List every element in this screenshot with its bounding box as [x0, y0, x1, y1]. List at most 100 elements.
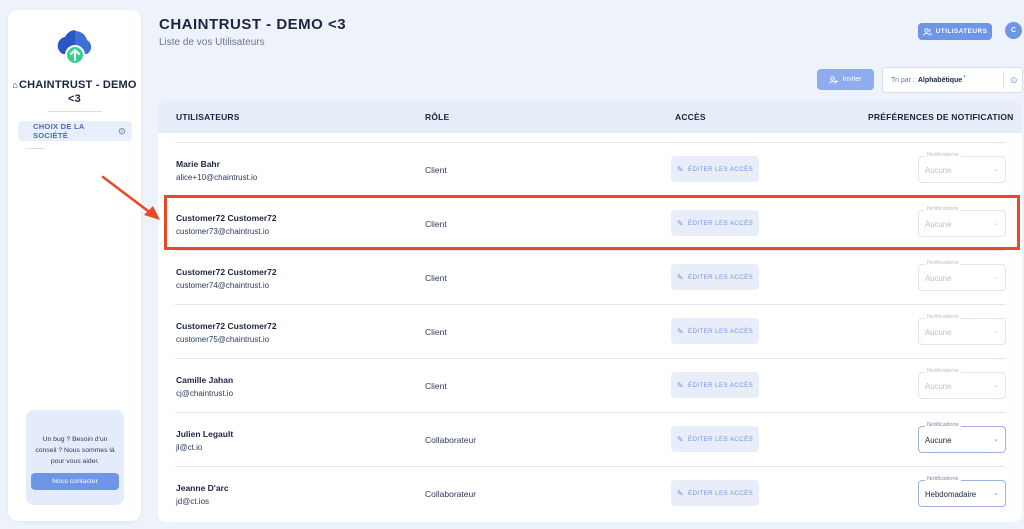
red-arrow-annotation — [101, 175, 160, 220]
notification-select[interactable]: Notifications Aucune ⌄ — [918, 260, 1006, 291]
user-email: jd@ct.ios — [176, 497, 210, 506]
sort-caret-icon: ▾ — [963, 74, 966, 80]
notification-value: Aucune — [925, 436, 952, 445]
edit-access-label: ÉDITER LES ACCÈS — [687, 381, 754, 389]
company-name-text: CHAINTRUST - DEMO <3 — [18, 79, 137, 105]
col-notifications: PRÉFÉRENCES DE NOTIFICATION — [868, 112, 1014, 122]
col-role: RÔLE — [425, 112, 450, 122]
page-title: CHAINTRUST - DEMO <3 — [159, 16, 347, 33]
notification-select[interactable]: Notifications Aucune ⌄ — [918, 152, 1006, 183]
user-name: Julien Legault — [176, 429, 234, 439]
notification-label: Notifications — [925, 260, 961, 266]
notification-value: Hebdomadaire — [925, 490, 977, 499]
user-email: customer75@chaintrust.io — [176, 335, 270, 344]
notification-value: Aucune — [925, 274, 952, 283]
notification-select[interactable]: Notifications Aucune ⌄ — [918, 422, 1006, 453]
page-subtitle: Liste de vos Utilisateurs — [159, 37, 265, 48]
pencil-icon: ✎ — [676, 434, 684, 444]
help-text: Un bug ? Besoin d'un conseil ? Nous somm… — [35, 436, 115, 465]
cloud-upload-logo-icon — [57, 30, 91, 65]
sidebar: ⌂CHAINTRUST - DEMO <3 CHOIX DE LA SOCIÉT… — [8, 10, 141, 521]
sidebar-divider — [48, 111, 102, 112]
contact-button[interactable]: Nous contacter — [31, 473, 119, 490]
edit-access-label: ÉDITER LES ACCÈS — [687, 273, 754, 281]
help-box: Un bug ? Besoin d'un conseil ? Nous somm… — [26, 410, 124, 505]
user-role: Client — [425, 273, 447, 283]
table-row: Marie Bahr alice+10@chaintrust.io Client ✎ É… — [158, 143, 1022, 197]
users-button-label: UTILISATEURS — [935, 28, 988, 35]
table-row: Julien Legault jl@ct.io Collaborateur ✎ ÉDIT… — [158, 413, 1022, 467]
col-access: ACCÈS — [675, 112, 706, 122]
edit-access-label: ÉDITER LES ACCÈS — [687, 219, 754, 227]
table-row: Jeanne D'arc jd@ct.ios Collaborateur ✎ ÉDITE… — [158, 467, 1022, 521]
chevron-down-icon: ⌄ — [993, 274, 999, 281]
table-row: Customer72 Customer72 customer74@chaintru… — [158, 251, 1022, 305]
user-role: Client — [425, 327, 447, 337]
pencil-icon: ✎ — [676, 488, 684, 498]
edit-access-label: ÉDITER LES ACCÈS — [687, 165, 754, 173]
pencil-icon: ✎ — [676, 272, 684, 282]
edit-access-label: ÉDITER LES ACCÈS — [687, 327, 754, 335]
edit-access-button[interactable]: ✎ ÉDITER LES ACCÈS — [671, 264, 759, 290]
notification-value: Aucune — [925, 382, 952, 391]
chevron-down-icon: ⌄ — [993, 328, 999, 335]
edit-access-button[interactable]: ✎ ÉDITER LES ACCÈS — [671, 318, 759, 344]
user-name: Jeanne D'arc — [176, 483, 229, 493]
edit-access-label: ÉDITER LES ACCÈS — [687, 435, 754, 443]
sort-order-icon[interactable]: ⊙ — [1010, 75, 1018, 86]
chevron-circle-icon: ⊙ — [118, 125, 126, 136]
avatar[interactable]: C — [1005, 22, 1022, 39]
users-icon — [922, 27, 932, 36]
user-role: Collaborateur — [425, 435, 477, 445]
notification-select[interactable]: Notifications Hebdomadaire ⌄ — [918, 476, 1006, 507]
user-role: Client — [425, 381, 447, 391]
user-email: alice+10@chaintrust.io — [176, 173, 258, 182]
sort-value: Alphabétique — [917, 76, 963, 84]
users-table: UTILISATEURS RÔLE ACCÈS PRÉFÉRENCES DE N… — [158, 101, 1022, 522]
add-user-icon — [829, 75, 839, 84]
user-name: Customer72 Customer72 — [176, 321, 277, 331]
table-row: Customer72 Customer72 customer73@chaintru… — [158, 197, 1022, 251]
user-name: Customer72 Customer72 — [176, 213, 277, 223]
user-role: Client — [425, 219, 447, 229]
sort-separator — [1003, 71, 1004, 89]
invite-label: Inviter — [842, 76, 862, 83]
user-email: customer74@chaintrust.io — [176, 281, 270, 290]
sidebar-divider-2 — [25, 148, 45, 149]
table-row: Customer72 Customer72 customer75@chaintru… — [158, 305, 1022, 359]
user-email: customer73@chaintrust.io — [176, 227, 270, 236]
bank-icon: ⌂ — [12, 80, 18, 90]
chevron-down-icon: ⌄ — [993, 436, 999, 443]
notification-value: Aucune — [925, 220, 952, 229]
notification-select[interactable]: Notifications Aucune ⌄ — [918, 314, 1006, 345]
notification-label: Notifications — [925, 476, 961, 482]
pencil-icon: ✎ — [676, 380, 684, 390]
users-button[interactable]: UTILISATEURS — [918, 23, 992, 40]
chevron-down-icon: ⌄ — [993, 490, 999, 497]
notification-label: Notifications — [925, 314, 961, 320]
sort-select[interactable]: Tri par : Alphabétique ▾ ⊙ — [882, 67, 1023, 93]
edit-access-button[interactable]: ✎ ÉDITER LES ACCÈS — [671, 210, 759, 236]
user-role: Collaborateur — [425, 489, 477, 499]
notification-select[interactable]: Notifications Aucune ⌄ — [918, 206, 1006, 237]
notification-select[interactable]: Notifications Aucune ⌄ — [918, 368, 1006, 399]
pencil-icon: ✎ — [676, 326, 684, 336]
chevron-down-icon: ⌄ — [993, 382, 999, 389]
edit-access-button[interactable]: ✎ ÉDITER LES ACCÈS — [671, 426, 759, 452]
pencil-icon: ✎ — [676, 218, 684, 228]
notification-label: Notifications — [925, 152, 961, 158]
edit-access-button[interactable]: ✎ ÉDITER LES ACCÈS — [671, 156, 759, 182]
user-name: Camille Jahan — [176, 375, 234, 385]
edit-access-button[interactable]: ✎ ÉDITER LES ACCÈS — [671, 372, 759, 398]
notification-label: Notifications — [925, 206, 961, 212]
edit-access-label: ÉDITER LES ACCÈS — [687, 489, 754, 497]
notification-value: Aucune — [925, 328, 952, 337]
table-header: UTILISATEURS RÔLE ACCÈS PRÉFÉRENCES DE N… — [158, 101, 1022, 133]
invite-button[interactable]: Inviter — [817, 69, 874, 90]
pencil-icon: ✎ — [676, 164, 684, 174]
chevron-down-icon: ⌄ — [993, 220, 999, 227]
notification-label: Notifications — [925, 368, 961, 374]
table-row: Camille Jahan cj@chaintrust.io Client ✎ ÉDIT… — [158, 359, 1022, 413]
edit-access-button[interactable]: ✎ ÉDITER LES ACCÈS — [671, 480, 759, 506]
choose-company-button[interactable]: CHOIX DE LA SOCIÉTÉ ⊙ — [18, 121, 132, 141]
